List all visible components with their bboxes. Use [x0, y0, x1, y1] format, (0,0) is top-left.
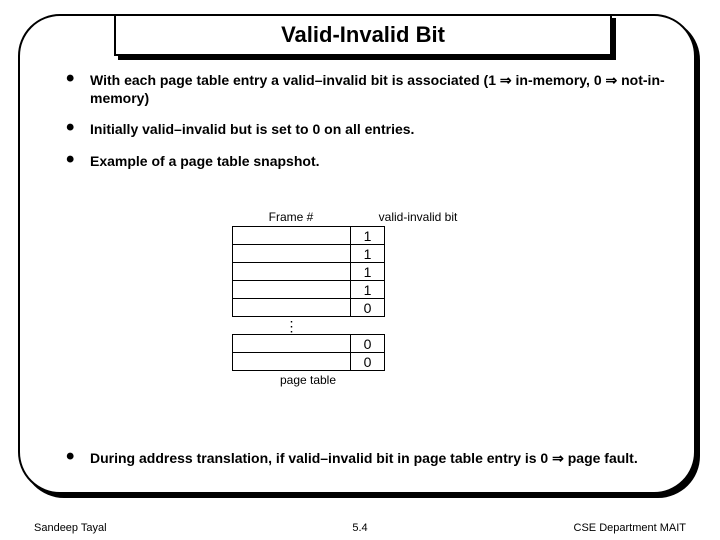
table-row: 1 — [233, 281, 385, 299]
bullet-1: With each page table entry a valid–inval… — [66, 72, 666, 107]
slide-title: Valid-Invalid Bit — [281, 22, 445, 48]
bit-cell: 0 — [351, 299, 385, 317]
table-row: 0 — [233, 299, 385, 317]
table-row: 1 — [233, 263, 385, 281]
bit-cell: 1 — [351, 245, 385, 263]
title-box: Valid-Invalid Bit — [114, 14, 612, 56]
table-row: 1 — [233, 227, 385, 245]
bullet-4-wrap: During address translation, if valid–inv… — [66, 450, 676, 482]
footer-page-number: 5.4 — [0, 522, 720, 534]
page-table-diagram: Frame # valid-invalid bit 1 1 1 1 0 ⋮ 0 … — [232, 210, 480, 387]
table-row: 0 — [233, 353, 385, 371]
bit-cell: 0 — [351, 353, 385, 371]
bullet-3: Example of a page table snapshot. — [66, 153, 666, 171]
table-row: 1 — [233, 245, 385, 263]
bullet-2: Initially valid–invalid but is set to 0 … — [66, 121, 666, 139]
slide: Valid-Invalid Bit With each page table e… — [0, 0, 720, 540]
page-table: 1 1 1 1 0 ⋮ 0 0 — [232, 226, 385, 371]
bit-cell: 0 — [351, 335, 385, 353]
bit-cell: 1 — [351, 281, 385, 299]
bit-cell: 1 — [351, 263, 385, 281]
table-row: 0 — [233, 335, 385, 353]
col-header-valid-bit: valid-invalid bit — [350, 210, 480, 224]
bullet-4: During address translation, if valid–inv… — [66, 450, 676, 468]
table-caption: page table — [232, 373, 384, 387]
col-header-frame: Frame # — [232, 210, 350, 224]
bullet-list: With each page table entry a valid–inval… — [66, 72, 666, 184]
vdots-icon: ⋮ — [233, 317, 351, 335]
table-gap-row: ⋮ — [233, 317, 385, 335]
slide-footer: Sandeep Tayal 5.4 CSE Department MAIT — [0, 522, 720, 534]
bit-cell: 1 — [351, 227, 385, 245]
